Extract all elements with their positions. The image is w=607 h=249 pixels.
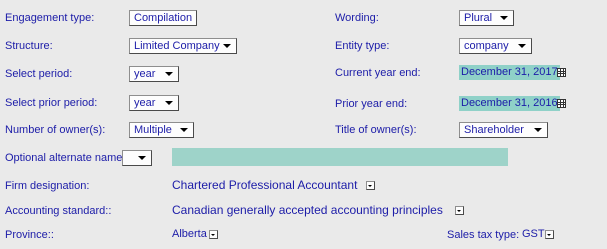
title-owner-label: Title of owner(s): (335, 124, 417, 136)
prior-year-end-label: Prior year end: (335, 98, 408, 110)
structure-value: Limited Company (134, 40, 220, 52)
firm-designation-dropdown-icon[interactable] (366, 181, 375, 190)
chevron-down-icon (223, 44, 231, 48)
alt-name-label: Optional alternate name: (5, 152, 126, 164)
prior-year-end-field[interactable]: December 31, 2016 (459, 96, 560, 111)
title-owner-dropdown[interactable]: Shareholder (459, 122, 548, 138)
owners-label: Number of owner(s): (5, 124, 106, 136)
accounting-standard-value[interactable]: Canadian generally accepted accounting p… (172, 203, 443, 217)
title-owner-value: Shareholder (464, 124, 524, 136)
chevron-down-icon (534, 128, 542, 132)
select-period-dropdown[interactable]: year (129, 66, 179, 82)
sales-tax-value[interactable]: GST (522, 228, 545, 241)
select-prior-period-dropdown[interactable]: year (129, 95, 179, 111)
firm-designation-value[interactable]: Chartered Professional Accountant (172, 178, 357, 192)
accounting-standard-dropdown-icon[interactable] (455, 206, 464, 215)
wording-label: Wording: (335, 12, 379, 24)
owners-dropdown[interactable]: Multiple (129, 122, 194, 138)
chevron-down-icon (518, 44, 526, 48)
select-period-label: Select period: (5, 68, 73, 80)
entity-type-label: Entity type: (335, 40, 390, 52)
wording-value: Plural (464, 12, 493, 24)
entity-type-value: company (464, 40, 509, 52)
structure-dropdown[interactable]: Limited Company (129, 38, 237, 54)
alt-name-dropdown[interactable] (122, 150, 152, 166)
province-label: Province:: (5, 229, 54, 241)
chevron-down-icon (165, 72, 173, 76)
province-value[interactable]: Alberta (172, 228, 207, 241)
engagement-type-label: Engagement type: (5, 12, 95, 24)
chevron-down-icon (165, 101, 173, 105)
current-year-end-field[interactable]: December 31, 2017 (459, 65, 560, 80)
chevron-down-icon (500, 16, 508, 20)
chevron-down-icon (180, 128, 188, 132)
owners-value: Multiple (134, 124, 172, 136)
sales-tax-dropdown-icon[interactable] (545, 230, 554, 239)
engagement-type-button[interactable]: Compilation (129, 10, 198, 26)
sales-tax-label: Sales tax type: (447, 229, 520, 241)
alt-name-input[interactable] (172, 148, 508, 166)
select-prior-period-label: Select prior period: (5, 97, 98, 109)
select-prior-period-value: year (134, 97, 156, 109)
current-year-end-label: Current year end: (335, 67, 421, 79)
wording-dropdown[interactable]: Plural (459, 10, 514, 26)
province-dropdown-icon[interactable] (209, 230, 218, 239)
structure-label: Structure: (5, 40, 53, 52)
select-period-value: year (134, 68, 156, 80)
firm-designation-label: Firm designation: (5, 180, 90, 192)
calendar-icon[interactable] (557, 99, 566, 108)
chevron-down-icon (138, 156, 146, 160)
accounting-standard-label: Accounting standard:: (5, 205, 112, 217)
entity-type-dropdown[interactable]: company (459, 38, 532, 54)
calendar-icon[interactable] (557, 68, 566, 77)
